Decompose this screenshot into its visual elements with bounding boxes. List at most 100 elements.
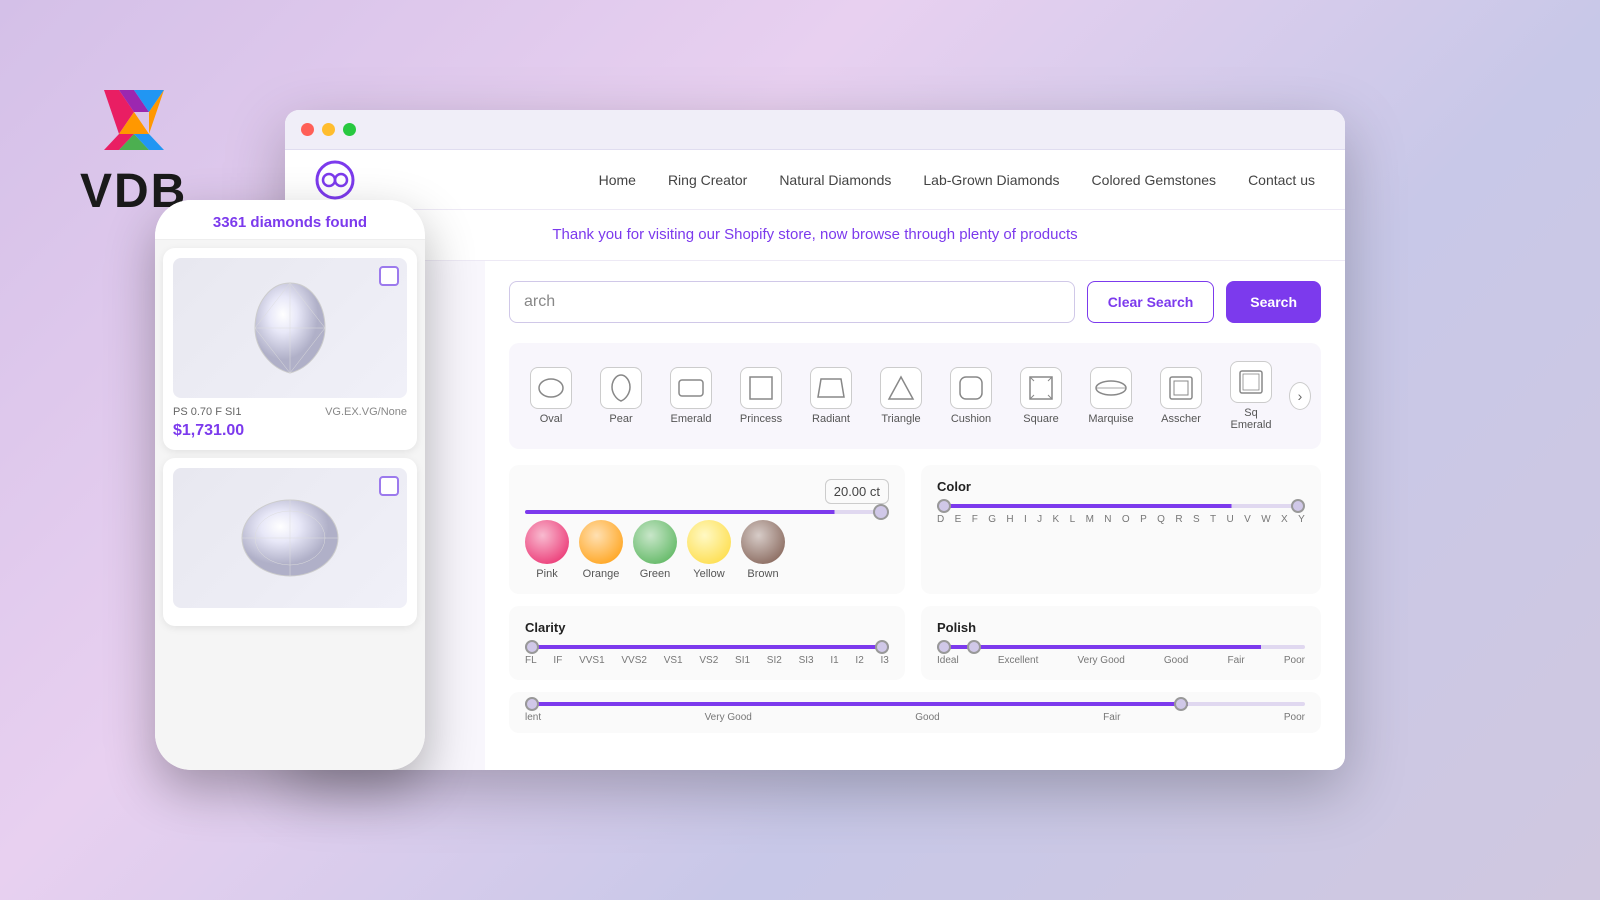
clarity-VVS1: VVS1	[579, 655, 605, 666]
color-grade-E: E	[955, 514, 962, 525]
clarity-FL: FL	[525, 655, 537, 666]
shape-cushion-label: Cushion	[951, 413, 991, 425]
gem-yellow-icon	[687, 520, 731, 564]
gem-yellow[interactable]: Yellow	[687, 520, 731, 580]
color-gems-row: Pink Orange Green	[525, 520, 889, 580]
carat-color-section: 20.00 ct Pink	[509, 465, 1321, 594]
shape-pear-icon	[600, 367, 642, 409]
minimize-button[interactable]	[322, 123, 335, 136]
shape-square-label: Square	[1023, 413, 1058, 425]
nav-lab-grown[interactable]: Lab-Grown Diamonds	[923, 172, 1059, 188]
shape-radiant[interactable]: Radiant	[799, 361, 863, 431]
clarity-VVS2: VVS2	[621, 655, 647, 666]
gem-orange-icon	[579, 520, 623, 564]
search-row: arch Clear Search Search	[509, 281, 1321, 323]
color-grade-X: X	[1281, 514, 1288, 525]
gem-brown-icon	[741, 520, 785, 564]
maximize-button[interactable]	[343, 123, 356, 136]
color-grade-I: I	[1024, 514, 1027, 525]
cut-good: Good	[915, 712, 939, 723]
shape-oval-icon	[530, 367, 572, 409]
gem-brown-label: Brown	[747, 568, 778, 580]
banner-text: Thank you for visiting our Shopify store…	[552, 226, 1077, 243]
gem-green[interactable]: Green	[633, 520, 677, 580]
banner: Thank you for visiting our Shopify store…	[285, 210, 1345, 261]
color-grade-S: S	[1193, 514, 1200, 525]
diamond-checkbox-2[interactable]	[379, 476, 399, 496]
gem-pink[interactable]: Pink	[525, 520, 569, 580]
vdb-logo-area: VDB	[80, 80, 187, 219]
diamond-checkbox-1[interactable]	[379, 266, 399, 286]
shape-sq-emerald[interactable]: Sq Emerald	[1219, 355, 1283, 437]
shape-asscher[interactable]: Asscher	[1149, 361, 1213, 431]
gem-brown[interactable]: Brown	[741, 520, 785, 580]
clarity-polish-section: Clarity FL IF VVS1 VVS2 VS1 VS2 SI1 SI2	[509, 606, 1321, 680]
main-content: arch Clear Search Search Oval Pear	[285, 261, 1345, 770]
color-grade-G: G	[988, 514, 996, 525]
shape-sq-emerald-label: Sq Emerald	[1227, 407, 1275, 431]
polish-excellent: Excellent	[998, 655, 1039, 666]
color-grade-U: U	[1227, 514, 1234, 525]
polish-very-good: Very Good	[1078, 655, 1125, 666]
clarity-I3: I3	[881, 655, 889, 666]
polish-ideal: Ideal	[937, 655, 959, 666]
shape-princess[interactable]: Princess	[729, 361, 793, 431]
clarity-SI1: SI1	[735, 655, 750, 666]
diamond-price-1: $1,731.00	[173, 422, 407, 440]
gem-yellow-label: Yellow	[693, 568, 724, 580]
nav-natural-diamonds[interactable]: Natural Diamonds	[779, 172, 891, 188]
nav-colored-gemstones[interactable]: Colored Gemstones	[1092, 172, 1217, 188]
shape-square[interactable]: Square	[1009, 361, 1073, 431]
browser-window: Home Ring Creator Natural Diamonds Lab-G…	[285, 110, 1345, 770]
shape-pear[interactable]: Pear	[589, 361, 653, 431]
color-grade-V: V	[1244, 514, 1251, 525]
shape-emerald[interactable]: Emerald	[659, 361, 723, 431]
shape-next-button[interactable]: ›	[1289, 382, 1311, 410]
clarity-grade-labels: FL IF VVS1 VVS2 VS1 VS2 SI1 SI2 SI3 I1 I…	[525, 655, 889, 666]
diamond-image-oval	[173, 468, 407, 608]
cut-poor: Poor	[1284, 712, 1305, 723]
shape-oval[interactable]: Oval	[519, 361, 583, 431]
nav-ring-creator[interactable]: Ring Creator	[668, 172, 747, 188]
shape-sq-emerald-icon	[1230, 361, 1272, 403]
shape-cushion-icon	[950, 367, 992, 409]
nav-contact[interactable]: Contact us	[1248, 172, 1315, 188]
gem-green-label: Green	[640, 568, 671, 580]
browser-titlebar	[285, 110, 1345, 150]
diamond-count: 3361 diamonds found	[171, 214, 409, 231]
search-button[interactable]: Search	[1226, 281, 1321, 323]
diamond-card-1: PS 0.70 F SI1 VG.EX.VG/None $1,731.00	[163, 248, 417, 450]
diamond-oval-svg	[235, 483, 345, 593]
shape-oval-label: Oval	[540, 413, 563, 425]
color-grade-L: L	[1070, 514, 1076, 525]
clear-search-button[interactable]: Clear Search	[1087, 281, 1215, 323]
search-input-wrapper[interactable]: arch	[509, 281, 1075, 323]
nav-bar: Home Ring Creator Natural Diamonds Lab-G…	[285, 150, 1345, 210]
shape-selector-row: Oval Pear Emerald	[509, 343, 1321, 449]
shape-triangle[interactable]: Triangle	[869, 361, 933, 431]
nav-home[interactable]: Home	[599, 172, 636, 188]
search-input[interactable]: arch	[524, 293, 555, 311]
cut-very-good: Very Good	[705, 712, 752, 723]
diamond-card-2	[163, 458, 417, 626]
diamond-spec-1: PS 0.70 F SI1	[173, 406, 241, 418]
carat-filter: 20.00 ct Pink	[509, 465, 905, 594]
shape-triangle-label: Triangle	[881, 413, 920, 425]
polish-good: Good	[1164, 655, 1188, 666]
shape-radiant-icon	[810, 367, 852, 409]
shape-marquise-label: Marquise	[1088, 413, 1133, 425]
clarity-I1: I1	[830, 655, 838, 666]
diamond-grade-1: VG.EX.VG/None	[325, 406, 407, 418]
color-grade-H: H	[1006, 514, 1013, 525]
color-grade-M: M	[1086, 514, 1094, 525]
clarity-filter-label: Clarity	[525, 620, 889, 635]
shape-cushion[interactable]: Cushion	[939, 361, 1003, 431]
shape-marquise[interactable]: Marquise	[1079, 361, 1143, 431]
gem-orange[interactable]: Orange	[579, 520, 623, 580]
color-grade-N: N	[1104, 514, 1111, 525]
close-button[interactable]	[301, 123, 314, 136]
color-grade-R: R	[1175, 514, 1182, 525]
gem-green-icon	[633, 520, 677, 564]
carat-value-display: 20.00 ct	[825, 479, 889, 504]
nav-logo-icon	[315, 160, 355, 200]
